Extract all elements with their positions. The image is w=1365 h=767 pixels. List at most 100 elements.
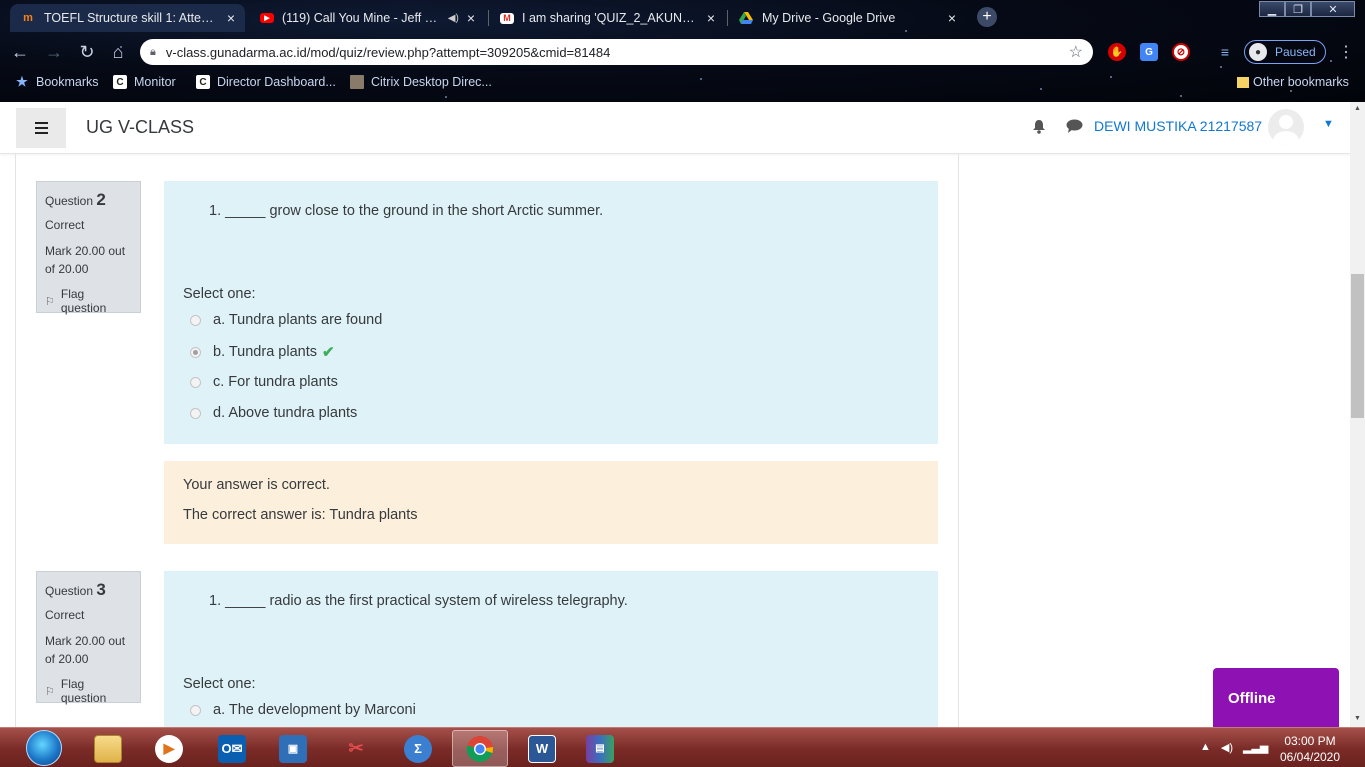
menu-icon[interactable]: ⋮ [1338, 42, 1354, 62]
tab-separator [488, 10, 489, 26]
taskbar-outlook[interactable]: O✉ [204, 730, 260, 767]
question-state: Correct [45, 218, 85, 232]
taskbar-chrome[interactable] [452, 730, 508, 767]
bookmarks-bar: ★ Bookmarks C Monitor C Director Dashboa… [0, 72, 1365, 96]
radio-button[interactable] [190, 704, 201, 716]
close-icon[interactable]: × [467, 10, 475, 26]
close-window-button[interactable]: ✕ [1311, 1, 1355, 17]
main-region-border [958, 154, 959, 727]
hamburger-menu-button[interactable] [16, 108, 66, 148]
bookmark-label: Citrix Desktop Direc... [371, 75, 492, 89]
new-tab-button[interactable]: + [977, 7, 997, 27]
flag-question-label: Flag question [60, 677, 107, 705]
block-icon[interactable]: ⊘ [1172, 43, 1190, 61]
flag-question-link[interactable]: ⚐ Flag question [45, 287, 132, 315]
notification-bell-icon[interactable] [1032, 119, 1046, 137]
signal-icon[interactable]: ▂▃▅ [1243, 741, 1268, 754]
tab-title: TOEFL Structure skill 1: Attempt r [44, 11, 219, 25]
answer-option[interactable]: a. The development by Marconi [190, 702, 416, 718]
messages-icon[interactable] [1066, 119, 1083, 136]
close-icon[interactable]: × [227, 10, 235, 26]
bookmark-citrix-desktop[interactable]: Citrix Desktop Direc... [350, 75, 492, 89]
question-label: Question [45, 194, 94, 208]
bookmark-monitor[interactable]: C Monitor [113, 75, 176, 89]
tab-youtube[interactable]: ▶ (119) Call You Mine - Jeff Ber ◀) × [250, 4, 485, 32]
answer-option[interactable]: a. Tundra plants are found [190, 312, 382, 328]
home-button[interactable]: ⌂ [108, 42, 128, 62]
answer-option[interactable]: c. For tundra plants [190, 374, 338, 390]
radio-button[interactable] [190, 407, 201, 419]
browser-chrome: m TOEFL Structure skill 1: Attempt r × ▶… [0, 0, 1365, 102]
scroll-up-arrow-icon[interactable]: ▲ [1354, 105, 1361, 112]
scrollbar-thumb[interactable] [1351, 274, 1364, 418]
taskbar-network[interactable]: ▣ [265, 730, 321, 767]
bookmark-label: Director Dashboard... [217, 75, 336, 89]
outlook-icon: O✉ [218, 734, 246, 763]
close-icon[interactable]: × [707, 10, 715, 26]
taskbar-winrar[interactable]: ▤ [572, 730, 628, 767]
bookmark-bookmarks[interactable]: ★ Bookmarks [15, 74, 98, 89]
question-number: Question 2 [45, 190, 132, 210]
media-controls-icon[interactable]: ≡ [1216, 43, 1234, 61]
checkmark-icon: ✔ [322, 344, 335, 361]
offline-status-badge[interactable]: Offline [1213, 668, 1339, 727]
back-button[interactable]: ← [10, 42, 30, 62]
address-bar[interactable]: 🔒︎ v-class.gunadarma.ac.id/mod/quiz/revi… [140, 39, 1093, 65]
forward-button[interactable]: → [44, 42, 64, 62]
system-clock[interactable]: 03:00 PM 06/04/2020 [1270, 733, 1350, 765]
tab-toefl-quiz[interactable]: m TOEFL Structure skill 1: Attempt r × [10, 4, 245, 32]
speaker-icon[interactable]: ◀) [448, 13, 459, 24]
feedback-text: Your answer is correct. [183, 477, 330, 493]
site-name[interactable]: UG V-CLASS [86, 117, 194, 138]
winrar-icon: ▤ [586, 734, 614, 763]
google-drive-icon [738, 10, 754, 26]
radio-button[interactable] [190, 346, 201, 358]
reload-button[interactable]: ↻ [77, 42, 97, 62]
answer-label: d. Above tundra plants [213, 405, 358, 421]
moodle-icon: m [23, 12, 33, 24]
profile-button[interactable]: ● Paused [1244, 40, 1326, 64]
answer-option[interactable]: b. Tundra plants ✔ [190, 343, 335, 361]
question-number-value: 2 [96, 190, 106, 209]
taskbar-word[interactable]: W [514, 730, 570, 767]
gmail-icon: M [500, 12, 514, 24]
tab-gmail[interactable]: M I am sharing 'QUIZ_2_AKUNTANS × [490, 4, 725, 32]
answer-option[interactable]: d. Above tundra plants [190, 405, 357, 421]
user-name[interactable]: DEWI MUSTIKA 21217587 [1094, 118, 1262, 134]
chevron-down-icon[interactable]: ▼ [1323, 118, 1334, 130]
close-icon[interactable]: × [948, 10, 956, 26]
question-number-value: 3 [96, 580, 106, 599]
taskbar-media-player[interactable]: ▶ [141, 730, 197, 767]
page-scrollbar[interactable]: ▲ ▼ [1350, 102, 1365, 727]
tab-google-drive[interactable]: My Drive - Google Drive × [728, 4, 966, 32]
scroll-down-arrow-icon[interactable]: ▼ [1354, 715, 1361, 722]
citrix-icon: C [113, 75, 127, 89]
question-text: 1. _____ radio as the first practical sy… [209, 593, 628, 609]
adblock-icon[interactable]: ✋ [1108, 43, 1126, 61]
volume-icon[interactable]: ◀) [1221, 741, 1233, 754]
bookmark-other[interactable]: Other bookmarks [1237, 75, 1349, 89]
taskbar-snipping-tool[interactable]: ✂ [328, 730, 384, 767]
flag-question-link[interactable]: ⚐ Flag question [45, 677, 132, 705]
taskbar-explorer[interactable] [80, 730, 136, 767]
answer-label: a. The development by Marconi [213, 702, 416, 718]
taskbar-calculator[interactable]: Σ [390, 730, 446, 767]
bookmark-director-dashboard[interactable]: C Director Dashboard... [196, 75, 336, 89]
tab-title: (119) Call You Mine - Jeff Ber [282, 11, 444, 25]
window-controls: ▁ ❐ ✕ [1259, 1, 1355, 17]
question-text: 1. _____ grow close to the ground in the… [209, 203, 604, 219]
tray-expand-icon[interactable]: ▲ [1200, 741, 1211, 754]
bookmark-star-icon[interactable]: ☆ [1069, 42, 1083, 62]
lock-icon: 🔒︎ [150, 45, 156, 58]
minimize-button[interactable]: ▁ [1259, 1, 1285, 17]
radio-button[interactable] [190, 376, 201, 388]
restore-button[interactable]: ❐ [1285, 1, 1311, 17]
select-one-prompt: Select one: [183, 286, 256, 302]
question-label: Question [45, 584, 94, 598]
question-info-panel: Question 3 Correct Mark 20.00 out of 20.… [36, 571, 141, 705]
translate-icon[interactable]: G [1140, 43, 1158, 61]
answer-label: c. For tundra plants [213, 374, 338, 390]
user-avatar[interactable] [1268, 109, 1304, 145]
start-button[interactable] [26, 730, 62, 766]
radio-button[interactable] [190, 314, 201, 326]
